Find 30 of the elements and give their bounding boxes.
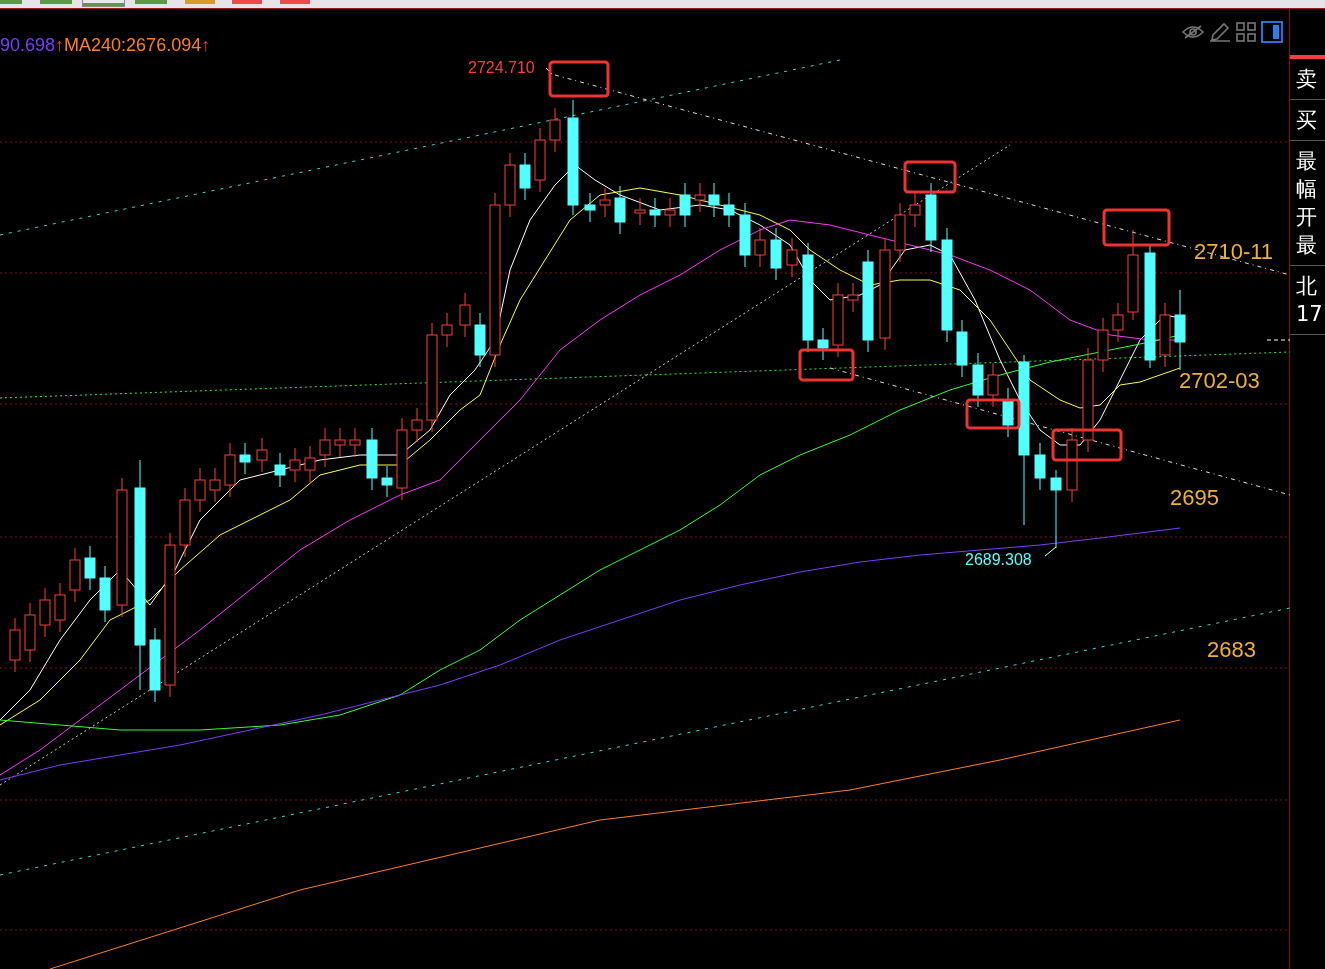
- price-level-label: 2683: [1207, 637, 1256, 663]
- price-level-label: 2710-11: [1194, 239, 1274, 265]
- up-arrow-indicator: ↑: [55, 35, 65, 55]
- price-level-label: 2702-03: [1179, 368, 1260, 394]
- hidden-eye-icon[interactable]: [1182, 24, 1204, 40]
- grid-icon[interactable]: [1236, 22, 1256, 42]
- quote-label: 最: [1296, 148, 1318, 175]
- toolbar-tab[interactable]: [82, 0, 125, 7]
- highlight-box: [965, 398, 1021, 430]
- highlight-box: [903, 160, 957, 194]
- side-panel-toggle-icon[interactable]: [1261, 21, 1283, 43]
- indicator-value: MA240:2676.094: [64, 35, 202, 55]
- quote-label: 开: [1296, 204, 1318, 231]
- highlight-box: [548, 60, 610, 98]
- quote-label: 卖: [1296, 66, 1318, 93]
- quote-label: 北: [1296, 273, 1318, 300]
- low-price-label: 2689.308: [965, 551, 1032, 569]
- highlight-box: [1102, 208, 1171, 247]
- highlight-box: [798, 348, 855, 382]
- price-level-label: 2695: [1170, 485, 1219, 511]
- pencil-icon[interactable]: [1209, 22, 1231, 42]
- quote-label: 幅: [1296, 176, 1318, 203]
- up-arrow-indicator: ↑: [201, 35, 211, 55]
- indicator-value: 90.698: [0, 35, 56, 55]
- quote-label: 最: [1296, 232, 1318, 259]
- quote-label: 17: [1296, 301, 1324, 328]
- high-price-label: 2724.710: [468, 59, 535, 77]
- quote-label: 买: [1296, 107, 1318, 134]
- dashed-line: [1266, 339, 1290, 341]
- highlight-box: [1051, 428, 1123, 462]
